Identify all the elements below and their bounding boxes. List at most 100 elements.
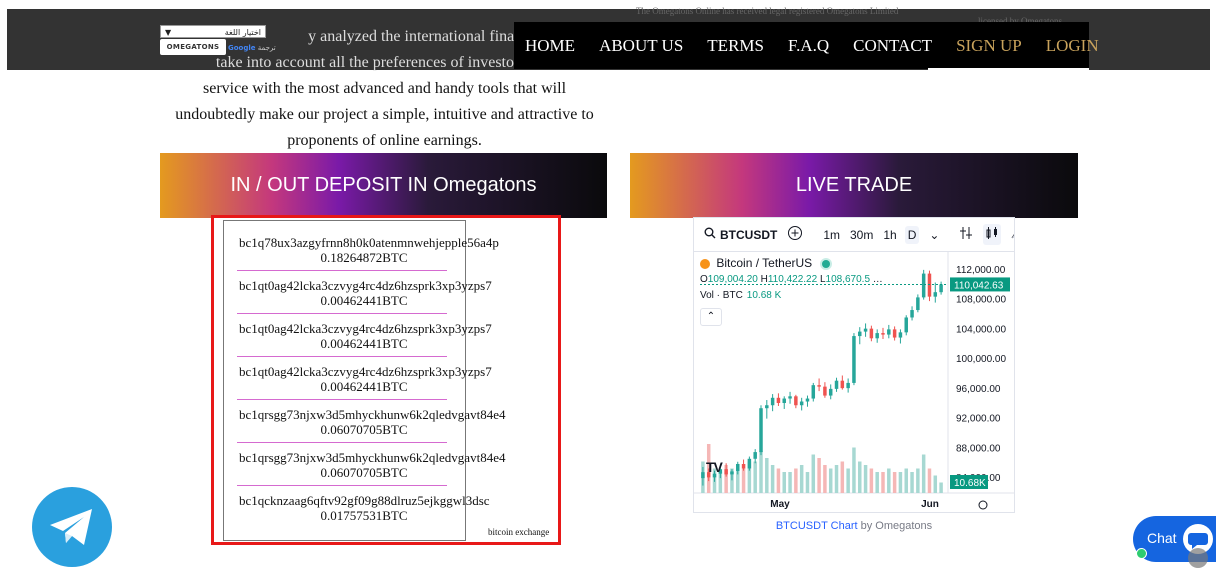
language-select-label: اختيار اللغة [224, 28, 261, 37]
candle-body [840, 380, 845, 389]
live-trade-panel-title: LIVE TRADE [630, 153, 1078, 218]
volume-bar [875, 472, 879, 493]
volume-bar [840, 461, 845, 493]
settings-icon [978, 500, 988, 510]
candle-body [852, 336, 856, 383]
candle-body [799, 401, 804, 406]
divider [237, 399, 447, 400]
nav-underline [928, 68, 1089, 70]
deposit-panel-title: IN / OUT DEPOSIT IN Omegatons [160, 153, 607, 218]
chart-caption: BTCUSDT Chart by Omegatons [693, 520, 1015, 532]
language-select[interactable]: ▼ اختيار اللغة [160, 25, 266, 38]
volume-bar [788, 472, 792, 493]
y-tick-label: 104,000.00 [956, 324, 1006, 335]
volume-bar [799, 465, 804, 493]
candle-body [701, 472, 705, 479]
candle-body [846, 382, 850, 389]
nav-sign-up[interactable]: SIGN UP [956, 36, 1022, 56]
tradingview-chart-widget[interactable]: BTCUSDT 1m 30m 1h D ⌄ Bitcoin / TetherUS… [693, 217, 1015, 513]
volume-bar [776, 468, 781, 493]
volume-bar [921, 454, 926, 493]
candle-body [892, 329, 897, 338]
volume-bar [828, 468, 833, 493]
candle-body [863, 328, 868, 332]
divider [237, 356, 447, 357]
volume-bar [823, 465, 827, 493]
volume-bar [852, 447, 856, 493]
volume-bar [770, 465, 775, 493]
volume-bar [916, 468, 920, 493]
list-item: bc1qrsgg73njxw3d5mhyckhunw6k2qledvgavt84… [239, 450, 509, 480]
indicators-icon[interactable] [959, 226, 973, 243]
interval-1h[interactable]: 1h [883, 228, 896, 242]
candle-body [747, 458, 752, 469]
candle-body [770, 397, 775, 406]
candle-style-icon[interactable] [983, 224, 1002, 245]
candle-body [730, 471, 734, 475]
candle-body [910, 310, 914, 318]
volume-bar [887, 468, 891, 493]
translate-word: ترجمة [257, 44, 276, 52]
search-icon[interactable] [704, 227, 716, 242]
nav-terms[interactable]: TERMS [707, 36, 764, 56]
y-tick-label: 100,000.00 [956, 354, 1006, 365]
interval-30m[interactable]: 30m [850, 228, 873, 242]
list-item: bc1qt0ag42lcka3czvyg4rc4dz6hzsprk3xp3yzp… [239, 321, 509, 351]
candle-body [823, 386, 827, 396]
site-logo[interactable]: OMEGATONS [160, 39, 226, 55]
last-price-label: 110,042.63 [954, 280, 1004, 291]
x-tick-label: Jun [921, 499, 939, 510]
chart-link[interactable]: BTCUSDT Chart [776, 520, 858, 532]
compare-add-icon[interactable] [787, 225, 803, 244]
intro-line: proponents of online earnings. [287, 132, 482, 149]
divider [237, 270, 447, 271]
y-tick-label: 96,000.00 [956, 384, 1001, 395]
nav-contact[interactable]: CONTACT [853, 36, 932, 56]
online-status-icon [1136, 548, 1147, 559]
divider [237, 313, 447, 314]
candle-body [887, 329, 891, 335]
candle-body [736, 463, 740, 472]
nav-faq[interactable]: F.A.Q [788, 36, 829, 56]
y-tick-label: 88,000.00 [956, 443, 1001, 454]
bitcoin-exchange-link[interactable]: bitcoin exchange [488, 527, 549, 537]
interval-1m[interactable]: 1m [823, 228, 840, 242]
candle-body [834, 380, 839, 389]
telegram-button[interactable] [32, 487, 112, 567]
candle-body [904, 317, 908, 333]
intro-line: service with the most advanced and handy… [202, 80, 567, 97]
nav-login[interactable]: LOGIN [1046, 36, 1099, 56]
telegram-icon [50, 509, 92, 545]
volume-bar [741, 468, 746, 493]
candle-body [927, 273, 932, 297]
area-chart-icon[interactable] [1011, 227, 1014, 242]
symbol-search-button[interactable]: BTCUSDT [720, 228, 777, 242]
interval-dropdown[interactable]: ⌄ [929, 228, 939, 242]
chat-label: Chat [1147, 530, 1177, 546]
y-tick-label: 92,000.00 [956, 414, 1001, 425]
divider [237, 442, 447, 443]
candle-body [869, 328, 874, 339]
tx-amount: 0.18264872BTC [320, 250, 408, 265]
volume-bar [910, 472, 914, 493]
price-chart[interactable]: 112,000.00 108,000.00 104,000.00 100,000.00… [694, 251, 1015, 513]
tx-address: bc1qrsgg73njxw3d5mhyckhunw6k2qledvgavt84… [239, 450, 506, 465]
tx-amount: 0.00462441BTC [320, 293, 408, 308]
candle-body [828, 388, 833, 396]
candle-body [881, 333, 885, 335]
list-item: bc1q78ux3azgyfrnn8h0k0atenmnwehjepple56a… [239, 235, 509, 265]
nav-home[interactable]: HOME [525, 36, 575, 56]
nav-about-us[interactable]: ABOUT US [599, 36, 683, 56]
volume-bar [869, 468, 874, 493]
scroll-indicator[interactable] [1188, 548, 1208, 568]
candle-body [776, 397, 781, 404]
y-tick-label: 108,000.00 [956, 295, 1006, 306]
interval-d[interactable]: D [904, 225, 920, 244]
list-item: bc1qrsgg73njxw3d5mhyckhunw6k2qledvgavt84… [239, 407, 509, 437]
candle-body [875, 333, 879, 339]
candle-body [788, 396, 792, 399]
y-tick-label: 112,000.00 [956, 265, 1006, 276]
volume-bar [765, 458, 769, 493]
tradingview-logo[interactable]: TV [706, 459, 723, 475]
candle-body [759, 408, 763, 453]
